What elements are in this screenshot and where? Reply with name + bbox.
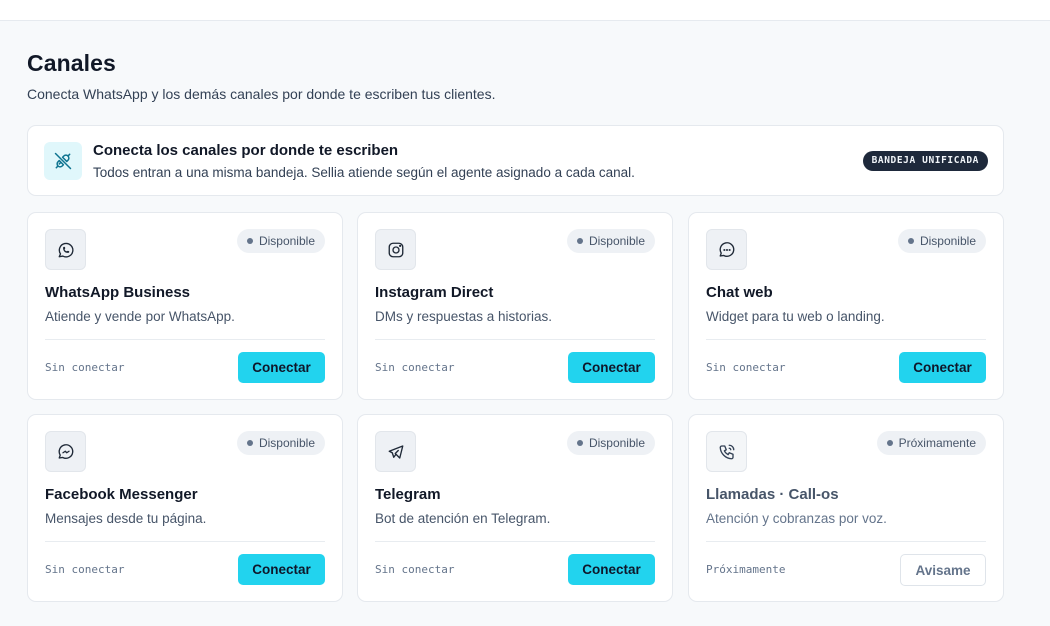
connect-messenger-button[interactable]: Conectar [238, 554, 325, 585]
channel-description: Widget para tu web o landing. [706, 309, 885, 324]
telegram-icon [375, 431, 416, 472]
status-badge: Disponible [236, 431, 325, 455]
channel-description: Atiende y vende por WhatsApp. [45, 309, 235, 324]
channel-card-messenger: Disponible Facebook Messenger Mensajes d… [27, 414, 343, 602]
channel-description: Atención y cobranzas por voz. [706, 511, 887, 526]
status-label: Disponible [919, 234, 976, 248]
channel-title: Instagram Direct [375, 284, 494, 301]
unified-inbox-badge: BANDEJA UNIFICADA [862, 151, 988, 171]
status-badge: Disponible [236, 229, 325, 253]
card-divider [706, 339, 986, 340]
status-badge: Disponible [897, 229, 986, 253]
channels-page: Canales Conecta WhatsApp y los demás can… [27, 47, 1004, 602]
channel-title: Telegram [375, 486, 441, 503]
card-divider [45, 339, 325, 340]
connection-state: Sin conectar [706, 361, 786, 374]
channel-card-whatsapp: Disponible WhatsApp Business Atiende y v… [27, 212, 343, 400]
connection-state: Sin conectar [45, 563, 125, 576]
card-divider [375, 541, 655, 542]
channel-card-webchat: Disponible Chat web Widget para tu web o… [688, 212, 1004, 400]
connect-telegram-button[interactable]: Conectar [568, 554, 655, 585]
banner-description: Todos entran a una misma bandeja. Sellia… [93, 165, 635, 180]
instagram-icon [375, 229, 416, 270]
whatsapp-icon [45, 229, 86, 270]
status-dot [886, 440, 893, 446]
notify-me-button[interactable]: Avisame [900, 554, 986, 586]
card-divider [375, 339, 655, 340]
phone-call-icon [706, 431, 747, 472]
channel-title: Facebook Messenger [45, 486, 198, 503]
connect-webchat-button[interactable]: Conectar [899, 352, 986, 383]
page-subtitle: Conecta WhatsApp y los demás canales por… [27, 86, 496, 102]
banner-title: Conecta los canales por donde te escribe… [93, 142, 399, 159]
channel-description: Bot de atención en Telegram. [375, 511, 551, 526]
unified-inbox-banner: Conecta los canales por donde te escribe… [27, 125, 1004, 196]
status-badge: Disponible [566, 431, 655, 455]
status-label: Disponible [588, 436, 645, 450]
connection-state: Sin conectar [375, 563, 455, 576]
channel-title: WhatsApp Business [45, 284, 191, 301]
status-dot [246, 238, 253, 244]
status-dot [246, 440, 253, 446]
channel-description: Mensajes desde tu página. [45, 511, 207, 526]
status-label: Próximamente [898, 436, 976, 450]
messenger-icon [45, 431, 86, 472]
plug-off-icon [44, 142, 82, 180]
status-dot [576, 238, 583, 244]
status-label: Disponible [588, 234, 645, 248]
connection-state: Próximamente [706, 563, 786, 576]
status-dot [907, 238, 914, 244]
connection-state: Sin conectar [45, 361, 125, 374]
card-divider [706, 541, 986, 542]
channel-title: Llamadas · Call-os [706, 486, 839, 503]
connect-whatsapp-button[interactable]: Conectar [238, 352, 325, 383]
status-dot [576, 440, 583, 446]
status-badge: Próximamente [876, 431, 986, 455]
channel-title: Chat web [706, 284, 773, 301]
connection-state: Sin conectar [375, 361, 455, 374]
status-label: Disponible [258, 234, 315, 248]
channel-card-telegram: Disponible Telegram Bot de atención en T… [357, 414, 673, 602]
channel-card-instagram: Disponible Instagram Direct DMs y respue… [357, 212, 673, 400]
page-title: Canales [27, 50, 116, 76]
status-label: Disponible [258, 436, 315, 450]
top-bar [0, 0, 1050, 21]
channel-description: DMs y respuestas a historias. [375, 309, 553, 324]
channel-card-calls: Próximamente Llamadas · Call-os Atención… [688, 414, 1004, 602]
status-badge: Disponible [566, 229, 655, 253]
connect-instagram-button[interactable]: Conectar [568, 352, 655, 383]
chat-bubble-icon [706, 229, 747, 270]
card-divider [45, 541, 325, 542]
